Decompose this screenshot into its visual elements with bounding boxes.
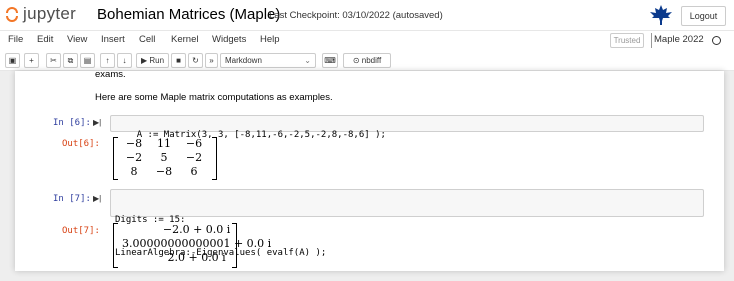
vector-row: −2.0 + 0.0 i <box>119 223 274 237</box>
eigenvalue-output: −2.0 + 0.0 i 3.00000000000001 + 0.0 i 2.… <box>113 223 271 268</box>
menu-insert[interactable]: Insert <box>101 34 125 45</box>
matrix-cell: 6 <box>190 165 198 178</box>
move-down-button[interactable]: ↓ <box>117 53 132 68</box>
keyboard-icon: ⌨ <box>324 56 336 65</box>
restart-run-all-button[interactable]: » <box>205 53 218 68</box>
checkpoint-status: Last Checkpoint: 03/10/2022 (autosaved) <box>269 10 443 21</box>
chevron-down-icon: ⌄ <box>304 56 311 65</box>
jupyter-arc-icon <box>6 7 18 13</box>
menu-file[interactable]: File <box>8 34 23 45</box>
jupyter-logo[interactable]: jupyter <box>6 4 86 26</box>
notebook-container: exams. Here are some Maple matrix comput… <box>15 69 724 271</box>
matrix-cell: −8 <box>155 165 173 178</box>
code-input[interactable]: A := Matrix(3, 3, [-8,11,-6,-2,5,-2,8,-8… <box>110 115 704 140</box>
right-bracket <box>212 137 217 180</box>
kernel-name[interactable]: Maple 2022 <box>654 34 704 45</box>
matrix-table: −8 11 −6 −2 5 −2 8 −8 6 <box>119 137 209 179</box>
menu-view[interactable]: View <box>67 34 87 45</box>
markdown-partial-line: exams. <box>95 69 126 80</box>
maple-leaf-icon <box>650 5 672 25</box>
restart-button[interactable]: ↻ <box>188 53 203 68</box>
run-cell-icon[interactable]: ▶| <box>93 194 101 203</box>
add-cell-icon: + <box>29 56 34 65</box>
matrix-cell: −8 <box>125 137 143 150</box>
menu-widgets[interactable]: Widgets <box>212 34 246 45</box>
matrix-cell: −2 <box>185 151 203 164</box>
out-prompt: Out[6]: <box>62 139 100 149</box>
menu-help[interactable]: Help <box>260 34 280 45</box>
vector-row: 2.0 + 0.0 i <box>119 251 274 265</box>
cut-button[interactable]: ✂ <box>46 53 61 68</box>
matrix-row: −8 11 −6 <box>119 137 209 151</box>
kernel-idle-icon <box>712 36 721 45</box>
jupyter-arc-icon <box>6 16 18 22</box>
nbdiff-icon: ⊙ <box>352 56 360 65</box>
move-up-icon: ↑ <box>105 56 110 65</box>
trusted-badge[interactable]: Trusted <box>610 33 644 48</box>
vector-cell: −2.0 + 0.0 i <box>162 223 231 236</box>
logout-button[interactable]: Logout <box>681 6 726 26</box>
matrix-output: −8 11 −6 −2 5 −2 8 −8 6 <box>113 137 217 180</box>
restart-icon: ↻ <box>192 56 199 65</box>
left-bracket <box>113 223 118 268</box>
matrix-cell: 5 <box>160 151 168 164</box>
fast-forward-icon: » <box>209 56 214 65</box>
matrix-cell: −6 <box>185 137 203 150</box>
add-cell-button[interactable]: + <box>24 53 39 68</box>
copy-icon: ⧉ <box>67 56 74 65</box>
run-button[interactable]: ▶ Run <box>136 53 169 68</box>
nbdiff-button[interactable]: ⊙ nbdiff <box>343 53 391 68</box>
cell-type-value: Markdown <box>225 56 262 65</box>
menu-bar: File Edit View Insert Cell Kernel Widget… <box>0 30 734 50</box>
paste-button[interactable]: ▤ <box>80 53 95 68</box>
right-bracket <box>232 223 237 268</box>
run-cell-icon[interactable]: ▶| <box>93 118 101 127</box>
matrix-row: −2 5 −2 <box>119 151 209 165</box>
paste-icon: ▤ <box>83 56 92 65</box>
header: jupyter Bohemian Matrices (Maple) Last C… <box>0 0 734 30</box>
markdown-text: Here are some Maple matrix computations … <box>95 92 333 103</box>
vector-table: −2.0 + 0.0 i 3.00000000000001 + 0.0 i 2.… <box>119 223 274 265</box>
menu-kernel[interactable]: Kernel <box>171 34 198 45</box>
jupyter-wordmark: jupyter <box>23 4 77 23</box>
notebook-title[interactable]: Bohemian Matrices (Maple) <box>97 6 280 23</box>
cut-icon: ✂ <box>50 56 57 65</box>
copy-button[interactable]: ⧉ <box>63 53 78 68</box>
matrix-row: 8 −8 6 <box>119 165 209 179</box>
left-bracket <box>113 137 118 180</box>
save-button[interactable]: ▣ <box>5 53 20 68</box>
vector-cell: 3.00000000000001 + 0.0 i <box>122 237 272 250</box>
move-up-button[interactable]: ↑ <box>100 53 115 68</box>
stop-icon: ■ <box>176 56 181 65</box>
vector-row: 3.00000000000001 + 0.0 i <box>119 237 274 251</box>
nbdiff-label: nbdiff <box>361 56 382 65</box>
run-label: Run <box>149 56 165 65</box>
in-prompt: In [6]: <box>53 118 91 128</box>
matrix-cell: 8 <box>130 165 138 178</box>
in-prompt: In [7]: <box>53 194 91 204</box>
cell-type-select[interactable]: Markdown ⌄ <box>220 53 316 68</box>
save-icon: ▣ <box>8 56 17 65</box>
vector-cell: 2.0 + 0.0 i <box>167 251 226 264</box>
kernel-separator <box>651 33 652 48</box>
matrix-cell: 11 <box>157 137 171 150</box>
out-prompt: Out[7]: <box>62 226 100 236</box>
toolbar: ▣ + ✂ ⧉ ▤ ↑ ↓ ▶ Run ■ ↻ » Markdown ⌄ ⌨ ⊙… <box>0 50 734 71</box>
move-down-icon: ↓ <box>122 56 127 65</box>
run-icon: ▶ <box>140 56 148 65</box>
stop-button[interactable]: ■ <box>171 53 186 68</box>
menu-edit[interactable]: Edit <box>37 34 53 45</box>
menu-cell[interactable]: Cell <box>139 34 155 45</box>
matrix-cell: −2 <box>125 151 143 164</box>
code-input[interactable]: Digits := 15: LinearAlgebra:-Eigenvalues… <box>110 189 704 258</box>
command-palette-button[interactable]: ⌨ <box>322 53 338 68</box>
